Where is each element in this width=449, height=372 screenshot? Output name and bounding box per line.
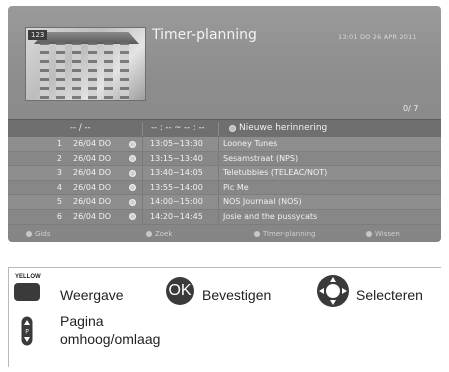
tv-screen: 123 Timer-planning 13:01 DO 26 APR 2011 … [8,6,441,242]
timer-row[interactable]: 6 26/04 DO 14:20~14:45 Josie and the pus… [8,209,441,225]
ok-button-icon: OK [166,277,194,305]
new-reminder-icon [229,125,236,132]
row-number: 4 [56,182,62,192]
footer-key-wissen[interactable]: Wissen [366,226,400,242]
row-date: 26/04 DO [73,153,112,163]
page-up-down-icon: P [21,316,33,346]
row-number: 1 [56,139,62,148]
row-program: NOS Journaal (NOS) [223,197,302,207]
dpad-icon [317,275,349,307]
clock-icon [129,155,136,163]
row-number: 3 [56,168,62,178]
timer-list: 1 26/04 DO 13:05~13:30 Looney Tunes 2 26… [8,137,441,225]
row-date: 26/04 DO [73,182,112,192]
row-program: Pic Me [223,182,249,192]
list-header: -- / -- -- : -- ~ -- : -- Nieuwe herinne… [8,119,441,137]
building-column [88,42,97,100]
bevestigen-label: Bevestigen [202,287,272,303]
channel-number-badge: 123 [28,30,48,40]
timer-row[interactable]: 2 26/04 DO 13:15~13:40 Sesamstraat (NPS) [8,151,441,167]
row-program: Josie and the pussycats [223,211,318,221]
row-program: Teletubbies (TELEAC/NOT) [223,168,328,178]
clock-icon [129,184,136,192]
footer-key-timer-planning[interactable]: Timer-planning [254,226,315,242]
row-time: 14:00~15:00 [150,197,203,207]
screen-title: Timer-planning [152,27,257,43]
building-column [72,42,81,100]
circle-icon [146,231,152,237]
yellow-key-label: YELLOW [15,274,41,280]
building-column [40,42,49,100]
timer-row[interactable]: 1 26/04 DO 13:05~13:30 Looney Tunes [8,137,441,152]
header-time: -- : -- ~ -- : -- [151,123,205,133]
footer-key-zoek[interactable]: Zoek [146,226,172,242]
row-date: 26/04 DO [73,211,112,221]
row-number: 5 [56,197,62,207]
channel-preview: 123 [25,27,146,101]
building-column [120,42,129,100]
remote-legend: YELLOW Weergave OK Bevestigen Selecteren… [8,267,441,367]
row-date: 26/04 DO [73,168,112,178]
row-program: Looney Tunes [223,139,278,148]
timer-row[interactable]: 3 26/04 DO 13:40~14:05 Teletubbies (TELE… [8,166,441,181]
divider [142,122,143,136]
pagina-label: Pagina [60,313,104,329]
omhoog-omlaag-label: omhoog/omlaag [60,331,161,347]
yellow-key-icon [14,283,40,301]
footer-key-label: Zoek [155,230,173,238]
function-key-bar: Gids Zoek Timer-planning Wissen [8,226,441,242]
timer-row[interactable]: 4 26/04 DO 13:55~14:00 Pic Me [8,180,441,196]
row-date: 26/04 DO [73,139,112,148]
building-column [56,42,65,100]
row-time: 14:20~14:45 [150,211,203,221]
row-time: 13:55~14:00 [150,182,203,192]
clock-icon [129,198,136,206]
circle-icon [26,231,32,237]
selecteren-label: Selecteren [356,287,423,303]
row-date: 26/04 DO [73,197,112,207]
clock-icon [129,213,136,221]
footer-key-label: Timer-planning [263,230,316,238]
timer-row[interactable]: 5 26/04 DO 14:00~15:00 NOS Journaal (NOS… [8,195,441,210]
date-time: 13:01 DO 26 APR 2011 [338,33,417,41]
new-reminder-button[interactable]: Nieuwe herinnering [239,120,327,137]
footer-key-gids[interactable]: Gids [26,226,50,242]
clock-icon [129,169,136,177]
row-number: 2 [56,153,62,163]
circle-icon [254,231,260,237]
row-number: 6 [56,211,62,221]
row-time: 13:40~14:05 [150,168,203,178]
row-time: 13:15~13:40 [150,153,203,163]
footer-key-label: Gids [35,230,51,238]
page-key-label: P [25,329,29,336]
footer-key-label: Wissen [375,230,400,238]
row-time: 13:05~13:30 [150,139,203,148]
clock-icon [129,140,136,148]
divider [218,122,219,136]
circle-icon [366,231,372,237]
row-program: Sesamstraat (NPS) [223,153,299,163]
header-date: -- / -- [70,123,91,133]
item-counter: 0/ 7 [403,104,419,113]
weergave-label: Weergave [60,287,124,303]
building-column [104,42,113,100]
